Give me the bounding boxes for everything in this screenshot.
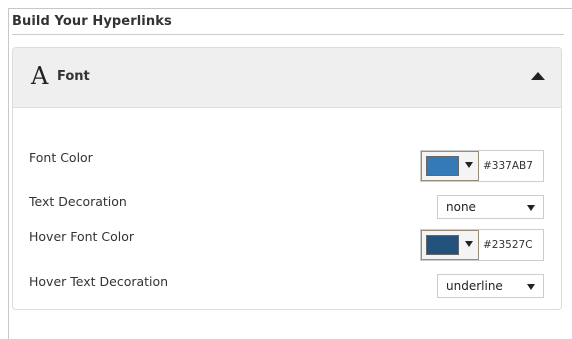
chevron-down-icon [527,205,535,211]
hover-font-color-hex-input[interactable] [483,230,541,260]
chevron-down-icon [527,284,535,290]
title-divider [12,34,564,35]
font-color-picker [420,150,544,182]
font-icon: A [31,62,49,90]
chevron-down-icon [465,241,473,247]
section-title: Build Your Hyperlinks [12,14,172,29]
text-decoration-label: Text Decoration [29,194,127,209]
hover-font-color-picker [420,229,544,261]
text-decoration-selected: none [446,200,476,214]
font-color-hex-input[interactable] [483,151,541,181]
font-color-swatch-button[interactable] [421,151,479,181]
font-panel: A Font Font Color Text Decoration none H… [12,47,562,310]
hover-text-decoration-selected: underline [446,279,503,293]
font-color-swatch [426,156,459,176]
hover-text-decoration-label: Hover Text Decoration [29,274,169,289]
hover-font-color-swatch [426,235,459,255]
hover-text-decoration-select[interactable]: underline [437,274,544,298]
hover-font-color-swatch-button[interactable] [421,230,479,260]
font-panel-header[interactable]: A Font [13,48,561,108]
panel-title: Font [57,69,90,84]
caret-up-icon[interactable] [531,72,545,80]
font-color-label: Font Color [29,150,93,165]
chevron-down-icon [465,162,473,168]
hover-font-color-label: Hover Font Color [29,229,135,244]
text-decoration-select[interactable]: none [437,195,544,219]
